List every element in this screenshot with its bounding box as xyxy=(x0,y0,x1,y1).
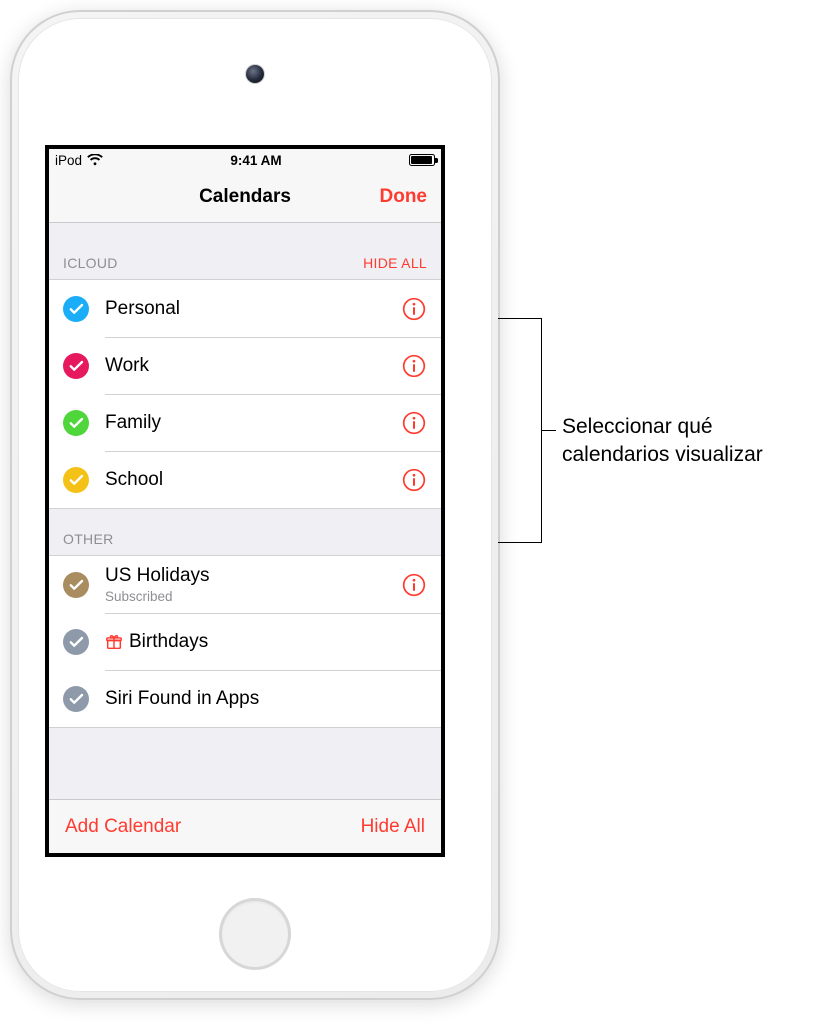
screen: iPod 9:41 AM Calendars Done ICLOUD HIDE … xyxy=(45,145,445,857)
page-title: Calendars xyxy=(199,186,291,208)
done-button[interactable]: Done xyxy=(380,171,428,222)
icloud-list: Personal Work xyxy=(49,279,441,509)
nav-bar: Calendars Done xyxy=(49,171,441,223)
checkmark-icon xyxy=(63,686,89,712)
calendar-label: US Holidays xyxy=(105,565,210,587)
calendar-sublabel: Subscribed xyxy=(105,589,210,604)
section-header-icloud: ICLOUD HIDE ALL xyxy=(49,223,441,279)
calendar-label: Family xyxy=(105,412,161,434)
device-frame: iPod 9:41 AM Calendars Done ICLOUD HIDE … xyxy=(10,10,500,1000)
info-button[interactable] xyxy=(401,467,427,493)
calendar-row-us-holidays[interactable]: US Holidays Subscribed xyxy=(49,556,441,613)
checkmark-icon xyxy=(63,629,89,655)
callout-bracket-icon xyxy=(498,318,542,543)
battery-icon xyxy=(409,154,435,166)
calendar-row-personal[interactable]: Personal xyxy=(49,280,441,337)
other-list: US Holidays Subscribed xyxy=(49,555,441,728)
calendar-list-scroll[interactable]: ICLOUD HIDE ALL Personal xyxy=(49,223,441,799)
section-title-other: OTHER xyxy=(63,531,114,547)
calendar-row-school[interactable]: School xyxy=(49,451,441,508)
bottom-toolbar: Add Calendar Hide All xyxy=(49,799,441,853)
checkmark-icon xyxy=(63,410,89,436)
calendar-label: School xyxy=(105,469,163,491)
calendar-row-work[interactable]: Work xyxy=(49,337,441,394)
section-header-other: OTHER xyxy=(49,509,441,555)
checkmark-icon xyxy=(63,353,89,379)
hide-all-button[interactable]: Hide All xyxy=(361,816,425,838)
checkmark-icon xyxy=(63,296,89,322)
front-camera xyxy=(246,65,264,83)
info-button[interactable] xyxy=(401,353,427,379)
callout-text: Seleccionar qué calendarios visualizar xyxy=(562,413,812,470)
device-name-label: iPod xyxy=(55,153,82,168)
info-button[interactable] xyxy=(401,296,427,322)
status-bar: iPod 9:41 AM xyxy=(49,149,441,171)
calendar-label: Personal xyxy=(105,298,180,320)
hide-all-icloud-button[interactable]: HIDE ALL xyxy=(363,255,427,271)
calendar-label: Siri Found in Apps xyxy=(105,688,259,710)
info-button[interactable] xyxy=(401,410,427,436)
checkmark-icon xyxy=(63,467,89,493)
gift-icon xyxy=(105,633,123,651)
calendar-label: Birthdays xyxy=(129,631,208,653)
calendar-label: Work xyxy=(105,355,149,377)
info-button[interactable] xyxy=(401,572,427,598)
checkmark-icon xyxy=(63,572,89,598)
calendar-row-siri-found[interactable]: Siri Found in Apps xyxy=(49,670,441,727)
wifi-icon xyxy=(87,154,103,166)
status-time: 9:41 AM xyxy=(230,153,281,168)
callout-stem-icon xyxy=(542,430,556,431)
add-calendar-button[interactable]: Add Calendar xyxy=(65,816,181,838)
calendar-row-family[interactable]: Family xyxy=(49,394,441,451)
calendar-row-birthdays[interactable]: Birthdays xyxy=(49,613,441,670)
section-title-icloud: ICLOUD xyxy=(63,255,118,271)
home-button[interactable] xyxy=(219,898,291,970)
